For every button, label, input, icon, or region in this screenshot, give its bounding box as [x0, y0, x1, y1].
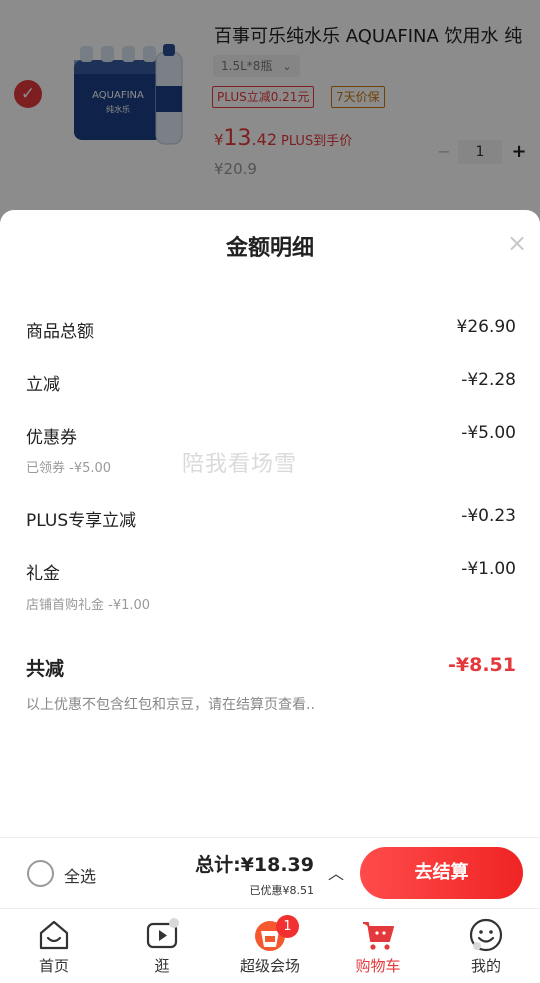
tab-cart[interactable]: 购物车 [324, 909, 432, 983]
total-discount-row: 共减 -¥8.51 [26, 654, 516, 680]
tab-label: 购物车 [355, 957, 401, 975]
row-value: -¥0.23 [461, 506, 516, 526]
tab-label: 逛 [154, 957, 170, 975]
tab-label: 我的 [470, 957, 501, 975]
tab-browse[interactable]: 逛 [108, 909, 216, 983]
chevron-up-icon[interactable]: ︿ [328, 860, 344, 884]
row-label: PLUS专享立减 [26, 511, 137, 531]
tab-profile[interactable]: 我的 [432, 909, 540, 983]
close-icon[interactable]: × [504, 230, 530, 256]
home-icon [39, 920, 69, 950]
tab-label: 超级会场 [239, 957, 300, 975]
cart-icon [363, 922, 394, 950]
detail-row-plus-discount: PLUS专享立减 -¥0.23 [26, 506, 516, 532]
detail-row-goods-total: 商品总额 ¥26.90 [26, 317, 516, 343]
row-label: 商品总额 [26, 322, 94, 342]
total-discount-label: 共减 [26, 658, 65, 680]
watermark: 陪我看场雪 [182, 452, 298, 477]
gift-money-sub-detail: 店铺首购礼金 -¥1.00 [26, 598, 151, 613]
select-all-radio[interactable] [27, 860, 54, 887]
detail-row-gift-money: 礼金 -¥1.00 [26, 559, 516, 585]
tab-super-venue[interactable]: 1 超级会场 [216, 909, 324, 983]
saved-amount: 已优惠¥8.51 [249, 884, 315, 897]
super-venue-badge: 1 [276, 915, 299, 938]
profile-icon [469, 918, 503, 952]
total-discount-value: -¥8.51 [448, 654, 516, 676]
row-value: -¥2.28 [461, 370, 516, 390]
row-label: 立减 [26, 375, 60, 395]
total-price: 总计:¥18.39 [195, 854, 314, 876]
checkout-button[interactable]: 去结算 [360, 847, 523, 899]
row-value: -¥1.00 [461, 559, 516, 579]
row-value: ¥26.90 [456, 317, 516, 337]
discount-note: 以上优惠不包含红包和京豆，请在结算页查看.. [26, 697, 315, 713]
tab-label: 首页 [38, 957, 69, 975]
select-all-label[interactable]: 全选 [64, 863, 96, 887]
checkout-bar: 全选 总计:¥18.39 已优惠¥8.51 ︿ 去结算 [0, 837, 540, 908]
row-label: 优惠券 [26, 428, 77, 448]
detail-row-instant-discount: 立减 -¥2.28 [26, 370, 516, 396]
tab-home[interactable]: 首页 [0, 909, 108, 983]
row-value: -¥5.00 [461, 423, 516, 443]
coupon-sub-detail: 已领券 -¥5.00 [26, 461, 112, 476]
video-icon [146, 918, 179, 949]
sheet-title: 金额明细 [225, 236, 314, 261]
bottom-tab-bar: 首页 逛 1 超级会场 购物车 我的 [0, 908, 540, 983]
row-label: 礼金 [26, 564, 60, 584]
